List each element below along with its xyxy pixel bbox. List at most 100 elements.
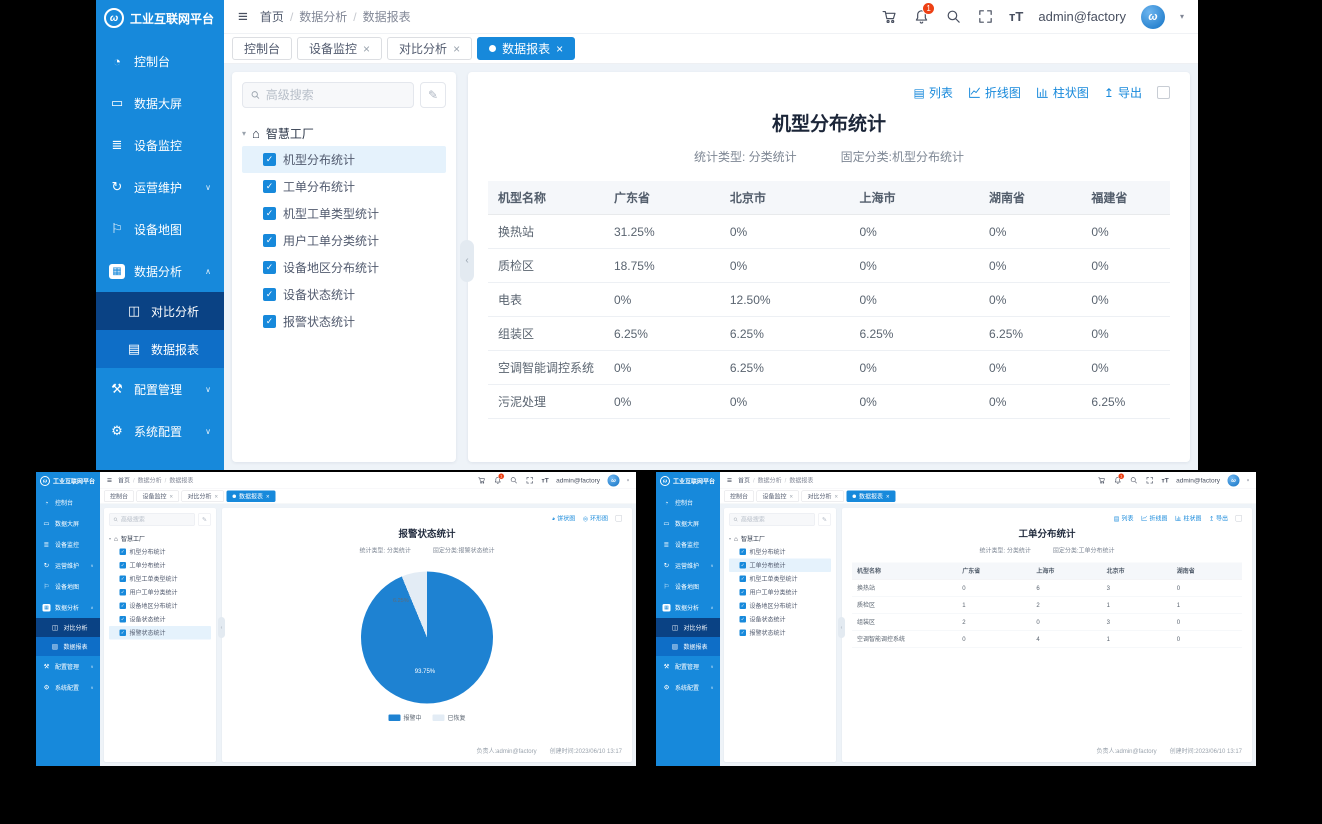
- font-size-icon[interactable]: ᴛT: [542, 477, 549, 485]
- sidebar-item-maintenance[interactable]: ↻运营维护∨: [96, 166, 224, 208]
- view-donut-chart-button[interactable]: ◎环形图: [583, 514, 608, 523]
- view-pie-chart-button[interactable]: ◕饼状图: [552, 514, 576, 523]
- view-bar-chart-button[interactable]: 柱状图: [1175, 514, 1202, 523]
- tree-root-smart-factory[interactable]: ▾ ⌂ 智慧工厂: [729, 532, 831, 545]
- search-icon[interactable]: [945, 8, 962, 25]
- checkbox-checked-icon[interactable]: ✓: [740, 562, 747, 569]
- tree-root-smart-factory[interactable]: ▾ ⌂ 智慧工厂: [109, 532, 211, 545]
- alarm-pie-chart[interactable]: 6.25% 93.75%: [361, 572, 493, 704]
- tab-compare-analysis[interactable]: 对比分析×: [182, 491, 225, 503]
- cart-icon[interactable]: [478, 476, 487, 485]
- view-line-chart-button[interactable]: 折线图: [968, 84, 1021, 101]
- sidebar-item-data-report[interactable]: ▤数据报表: [96, 330, 224, 368]
- tab-device-monitor[interactable]: 设备监控×: [757, 491, 800, 503]
- fullscreen-icon[interactable]: [1146, 476, 1155, 485]
- tree-item-workorder-distribution[interactable]: ✓工单分布统计: [242, 173, 446, 200]
- breadcrumb-home[interactable]: 首页: [738, 476, 755, 485]
- view-list-button[interactable]: ▤列表: [914, 84, 953, 101]
- checkbox-checked-icon[interactable]: ✓: [263, 315, 276, 328]
- sidebar-item-config[interactable]: ⚒配置管理∨: [36, 656, 100, 677]
- avatar[interactable]: ω: [1227, 474, 1239, 486]
- breadcrumb-analysis[interactable]: 数据分析: [138, 476, 167, 485]
- sidebar-item-device-map[interactable]: ⚐设备地图: [96, 208, 224, 250]
- tab-console[interactable]: 控制台: [104, 491, 134, 503]
- tree-item-device-region[interactable]: ✓设备地区分布统计: [729, 599, 831, 613]
- user-menu-caret-icon[interactable]: ▾: [1247, 478, 1249, 483]
- collapse-handle[interactable]: ‹: [838, 617, 845, 638]
- view-line-chart-button[interactable]: 折线图: [1141, 514, 1168, 523]
- sidebar-item-datascreen[interactable]: ▭数据大屏: [656, 513, 720, 534]
- checkbox-checked-icon[interactable]: ✓: [120, 576, 127, 583]
- sidebar-item-device-map[interactable]: ⚐设备地图: [656, 576, 720, 597]
- menu-icon[interactable]: ≡: [727, 475, 732, 485]
- menu-icon[interactable]: ≡: [238, 7, 248, 27]
- sidebar-item-data-analysis[interactable]: ▦数据分析∧: [36, 597, 100, 618]
- sidebar-item-maintenance[interactable]: ↻运营维护∨: [36, 555, 100, 576]
- tree-item-workorder-distribution[interactable]: ✓工单分布统计: [109, 559, 211, 573]
- bell-icon[interactable]: 1: [494, 476, 503, 485]
- sidebar-item-data-analysis[interactable]: ▦数据分析∧: [656, 597, 720, 618]
- sidebar-item-compare-analysis[interactable]: ◫对比分析: [656, 618, 720, 637]
- breadcrumb-home[interactable]: 首页: [118, 476, 135, 485]
- fullscreen-icon[interactable]: [526, 476, 535, 485]
- checkbox-checked-icon[interactable]: ✓: [740, 589, 747, 596]
- tree-item-device-status[interactable]: ✓设备状态统计: [242, 281, 446, 308]
- sidebar-item-data-report[interactable]: ▤数据报表: [36, 637, 100, 656]
- checkbox-checked-icon[interactable]: ✓: [263, 180, 276, 193]
- user-email[interactable]: admin@factory: [556, 477, 600, 485]
- sidebar-item-config[interactable]: ⚒配置管理∨: [656, 656, 720, 677]
- close-icon[interactable]: ×: [453, 43, 460, 55]
- sidebar-item-compare-analysis[interactable]: ◫对比分析: [36, 618, 100, 637]
- tree-item-device-status[interactable]: ✓设备状态统计: [109, 613, 211, 627]
- tree-item-model-workorder-type[interactable]: ✓机型工单类型统计: [242, 200, 446, 227]
- checkbox-checked-icon[interactable]: ✓: [740, 616, 747, 623]
- search-icon[interactable]: [510, 476, 519, 485]
- tree-item-alarm-status[interactable]: ✓报警状态统计: [109, 626, 211, 640]
- tab-device-monitor[interactable]: 设备监控×: [137, 491, 180, 503]
- tab-console[interactable]: 控制台: [724, 491, 754, 503]
- breadcrumb-home[interactable]: 首页: [260, 8, 293, 25]
- checkbox-checked-icon[interactable]: ✓: [740, 630, 747, 637]
- search-icon[interactable]: [1130, 476, 1139, 485]
- close-icon[interactable]: ×: [790, 493, 794, 499]
- toolbar-checkbox[interactable]: [616, 515, 623, 522]
- breadcrumb-analysis[interactable]: 数据分析: [299, 8, 356, 25]
- checkbox-checked-icon[interactable]: ✓: [263, 288, 276, 301]
- checkbox-checked-icon[interactable]: ✓: [120, 589, 127, 596]
- legend-item-recovered[interactable]: 已恢复: [433, 714, 466, 723]
- close-icon[interactable]: ×: [170, 493, 174, 499]
- sidebar-item-device-monitor[interactable]: ≣设备监控: [656, 534, 720, 555]
- edit-button[interactable]: ✎: [420, 82, 446, 108]
- edit-button[interactable]: ✎: [198, 513, 211, 526]
- close-icon[interactable]: ×: [556, 43, 563, 55]
- tree-item-device-region[interactable]: ✓设备地区分布统计: [109, 599, 211, 613]
- user-menu-caret-icon[interactable]: ▾: [627, 478, 629, 483]
- tree-item-model-distribution[interactable]: ✓机型分布统计: [109, 545, 211, 559]
- collapse-handle[interactable]: ‹: [218, 617, 225, 638]
- toolbar-checkbox[interactable]: [1157, 86, 1170, 99]
- tree-item-model-workorder-type[interactable]: ✓机型工单类型统计: [729, 572, 831, 586]
- checkbox-checked-icon[interactable]: ✓: [120, 630, 127, 637]
- sidebar-item-device-monitor[interactable]: ≣设备监控: [96, 124, 224, 166]
- tab-compare-analysis[interactable]: 对比分析×: [387, 37, 472, 60]
- bell-icon[interactable]: 1: [1114, 476, 1123, 485]
- font-size-icon[interactable]: ᴛT: [1162, 477, 1169, 485]
- avatar[interactable]: ω: [607, 474, 619, 486]
- sidebar-item-console[interactable]: ◔控制台: [96, 40, 224, 82]
- sidebar-item-compare-analysis[interactable]: ◫对比分析: [96, 292, 224, 330]
- close-icon[interactable]: ×: [266, 493, 270, 499]
- sidebar-item-device-monitor[interactable]: ≣设备监控: [36, 534, 100, 555]
- advanced-search-input[interactable]: [266, 88, 406, 102]
- tree-item-workorder-distribution[interactable]: ✓工单分布统计: [729, 559, 831, 573]
- checkbox-checked-icon[interactable]: ✓: [263, 153, 276, 166]
- avatar[interactable]: ω: [1141, 5, 1165, 29]
- sidebar-item-system[interactable]: ⚙系统配置∨: [96, 410, 224, 452]
- checkbox-checked-icon[interactable]: ✓: [263, 261, 276, 274]
- checkbox-checked-icon[interactable]: ✓: [120, 603, 127, 610]
- breadcrumb-analysis[interactable]: 数据分析: [758, 476, 787, 485]
- close-icon[interactable]: ×: [835, 493, 839, 499]
- sidebar-item-data-report[interactable]: ▤数据报表: [656, 637, 720, 656]
- checkbox-checked-icon[interactable]: ✓: [263, 234, 276, 247]
- tree-item-model-distribution[interactable]: ✓机型分布统计: [729, 545, 831, 559]
- sidebar-item-datascreen[interactable]: ▭数据大屏: [96, 82, 224, 124]
